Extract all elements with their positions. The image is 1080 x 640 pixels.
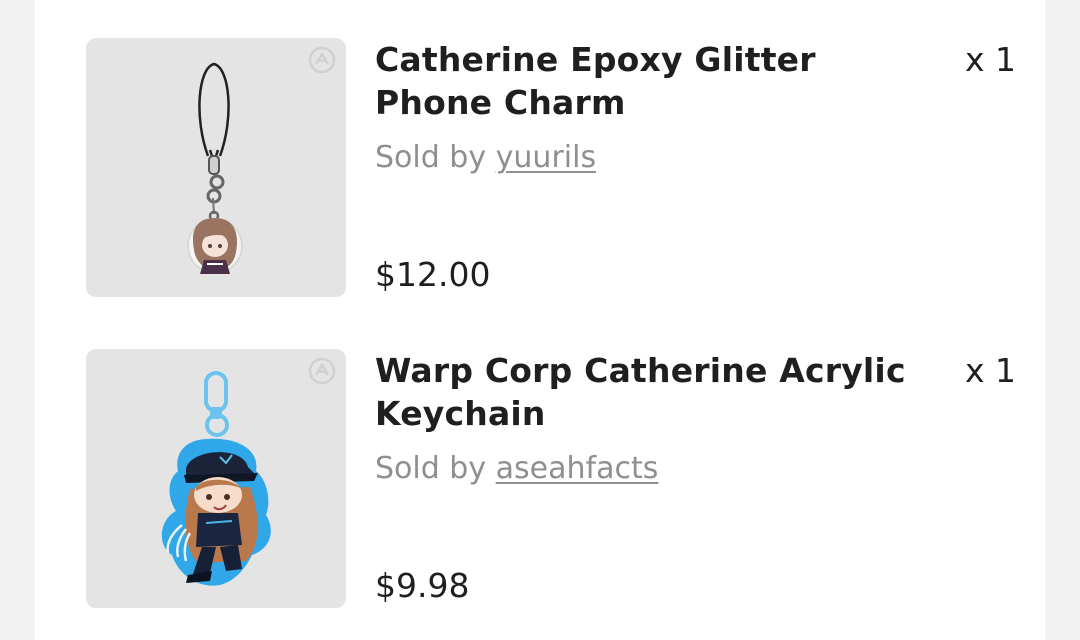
sold-by: Sold by aseahfacts: [375, 449, 658, 489]
product-price: $12.00: [375, 255, 491, 294]
seller-link[interactable]: aseahfacts: [496, 451, 659, 486]
seller-link[interactable]: yuurils: [496, 140, 596, 175]
sold-by: Sold by yuurils: [375, 138, 596, 178]
artist-alley-badge-icon: [308, 357, 336, 385]
product-image[interactable]: [86, 38, 346, 297]
cart-item: Warp Corp Catherine Acrylic Keychain x 1…: [86, 349, 1016, 609]
quantity[interactable]: x 1: [965, 38, 1016, 81]
artist-alley-badge-icon: [308, 46, 336, 74]
cart-item: Catherine Epoxy Glitter Phone Charm x 1 …: [86, 38, 1016, 298]
cart-items-panel: Catherine Epoxy Glitter Phone Charm x 1 …: [35, 0, 1045, 640]
phone-charm-image: [187, 62, 243, 274]
acrylic-keychain-image: [161, 371, 271, 586]
product-price: $9.98: [375, 566, 470, 605]
sold-by-label: Sold by: [375, 140, 487, 175]
quantity[interactable]: x 1: [965, 349, 1016, 392]
product-image[interactable]: [86, 349, 346, 608]
product-title[interactable]: Warp Corp Catherine Acrylic Keychain: [375, 349, 935, 435]
product-title[interactable]: Catherine Epoxy Glitter Phone Charm: [375, 38, 935, 124]
sold-by-label: Sold by: [375, 451, 487, 486]
